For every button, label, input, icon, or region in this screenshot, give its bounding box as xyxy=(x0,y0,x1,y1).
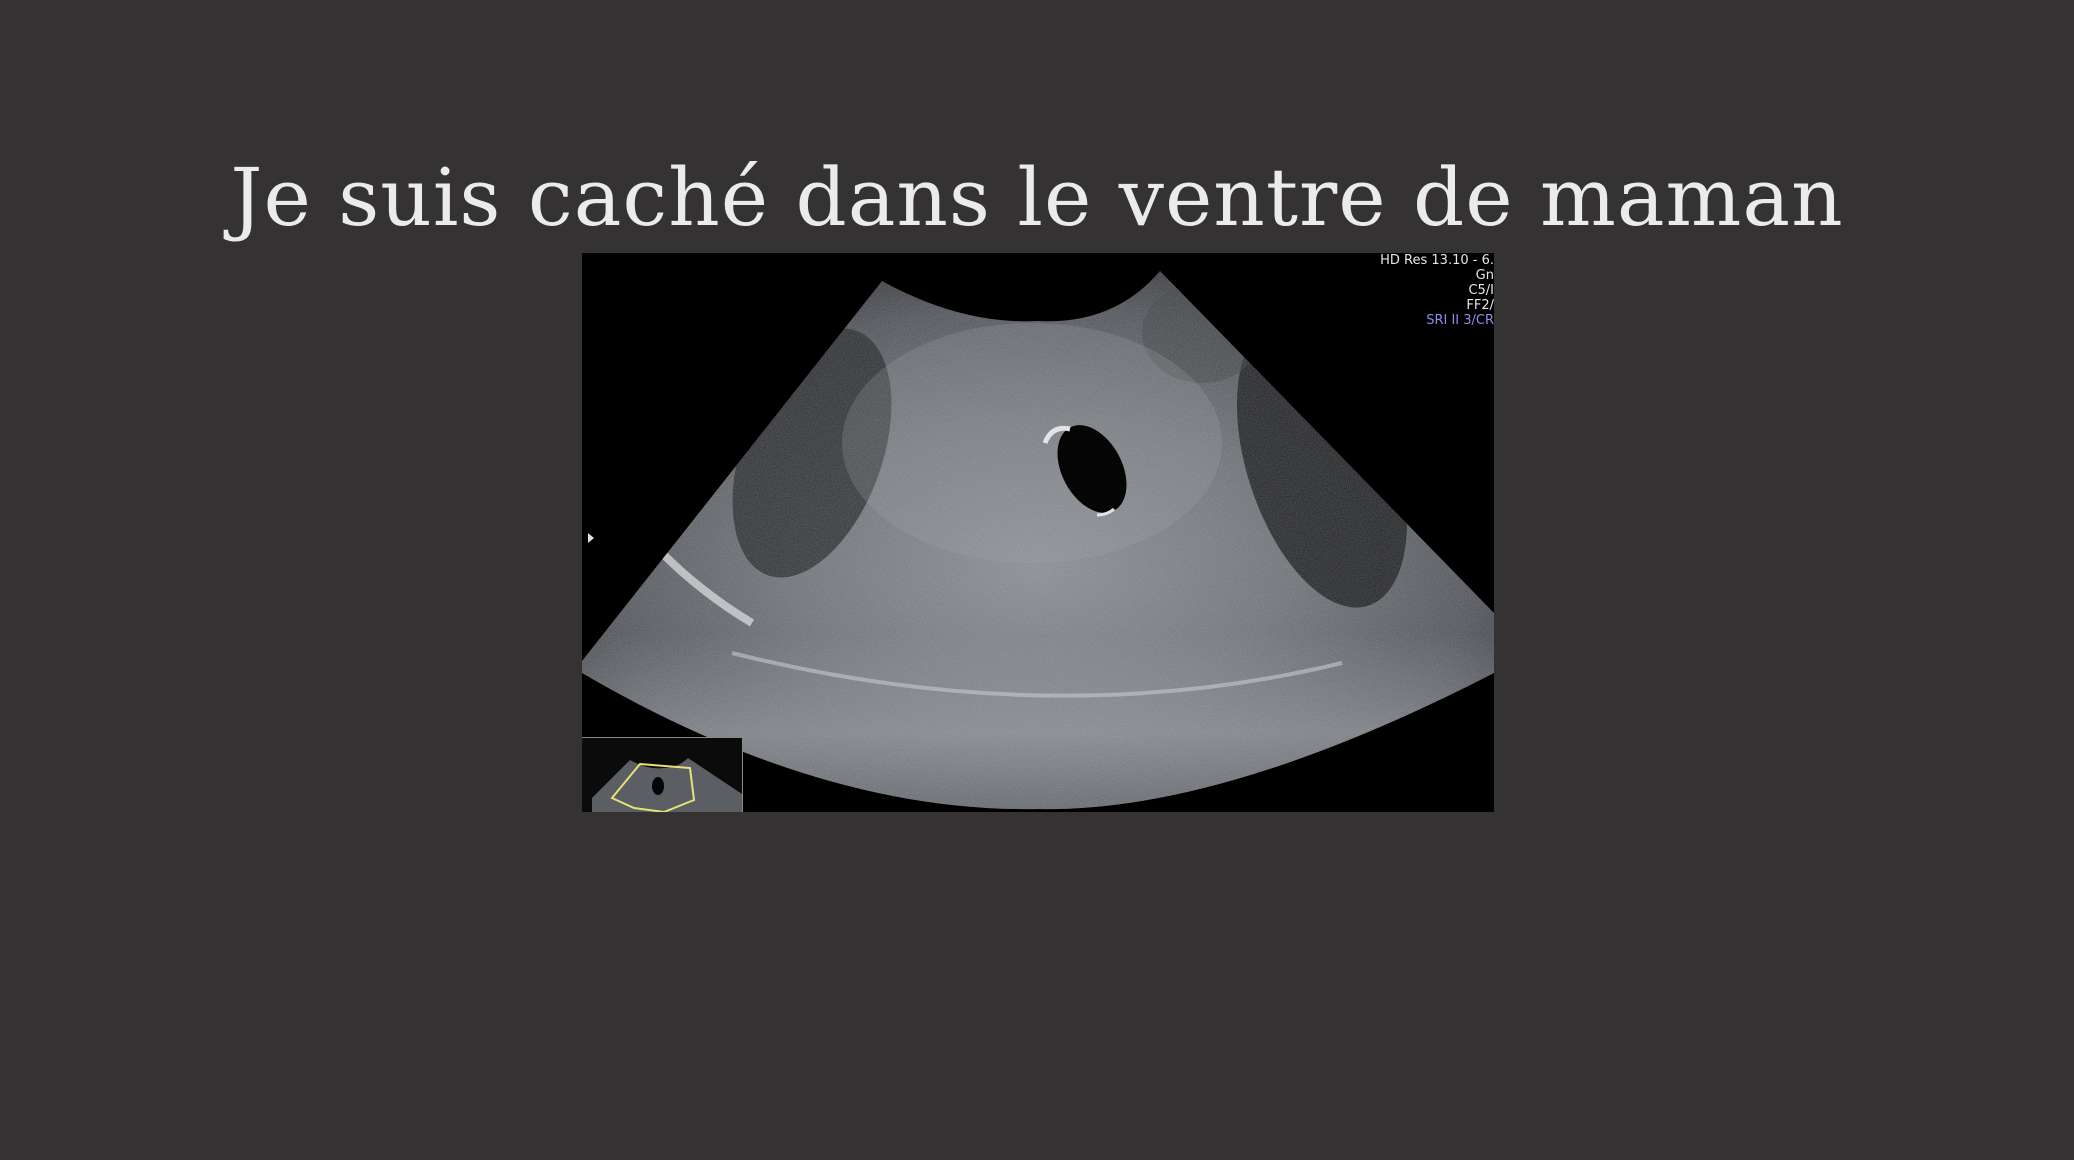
readout-line-frame: FF2/ xyxy=(1466,298,1494,313)
readout-line-resolution: HD Res 13.10 - 6. xyxy=(1380,253,1494,268)
slide: Je suis caché dans le ventre de maman HD… xyxy=(0,0,2074,1160)
slide-title: Je suis caché dans le ventre de maman xyxy=(230,151,1844,244)
overview-thumbnail xyxy=(582,737,743,812)
ultrasound-sector xyxy=(582,271,1494,810)
readout-line-gain: Gn xyxy=(1475,268,1494,283)
ultrasound-image: HD Res 13.10 - 6. Gn C5/I FF2/ SRI II 3/… xyxy=(582,253,1494,812)
ultrasound-readout: HD Res 13.10 - 6. Gn C5/I FF2/ SRI II 3/… xyxy=(1380,253,1494,328)
readout-line-probe: C5/I xyxy=(1468,283,1494,298)
readout-line-sri: SRI II 3/CR xyxy=(1426,313,1494,328)
